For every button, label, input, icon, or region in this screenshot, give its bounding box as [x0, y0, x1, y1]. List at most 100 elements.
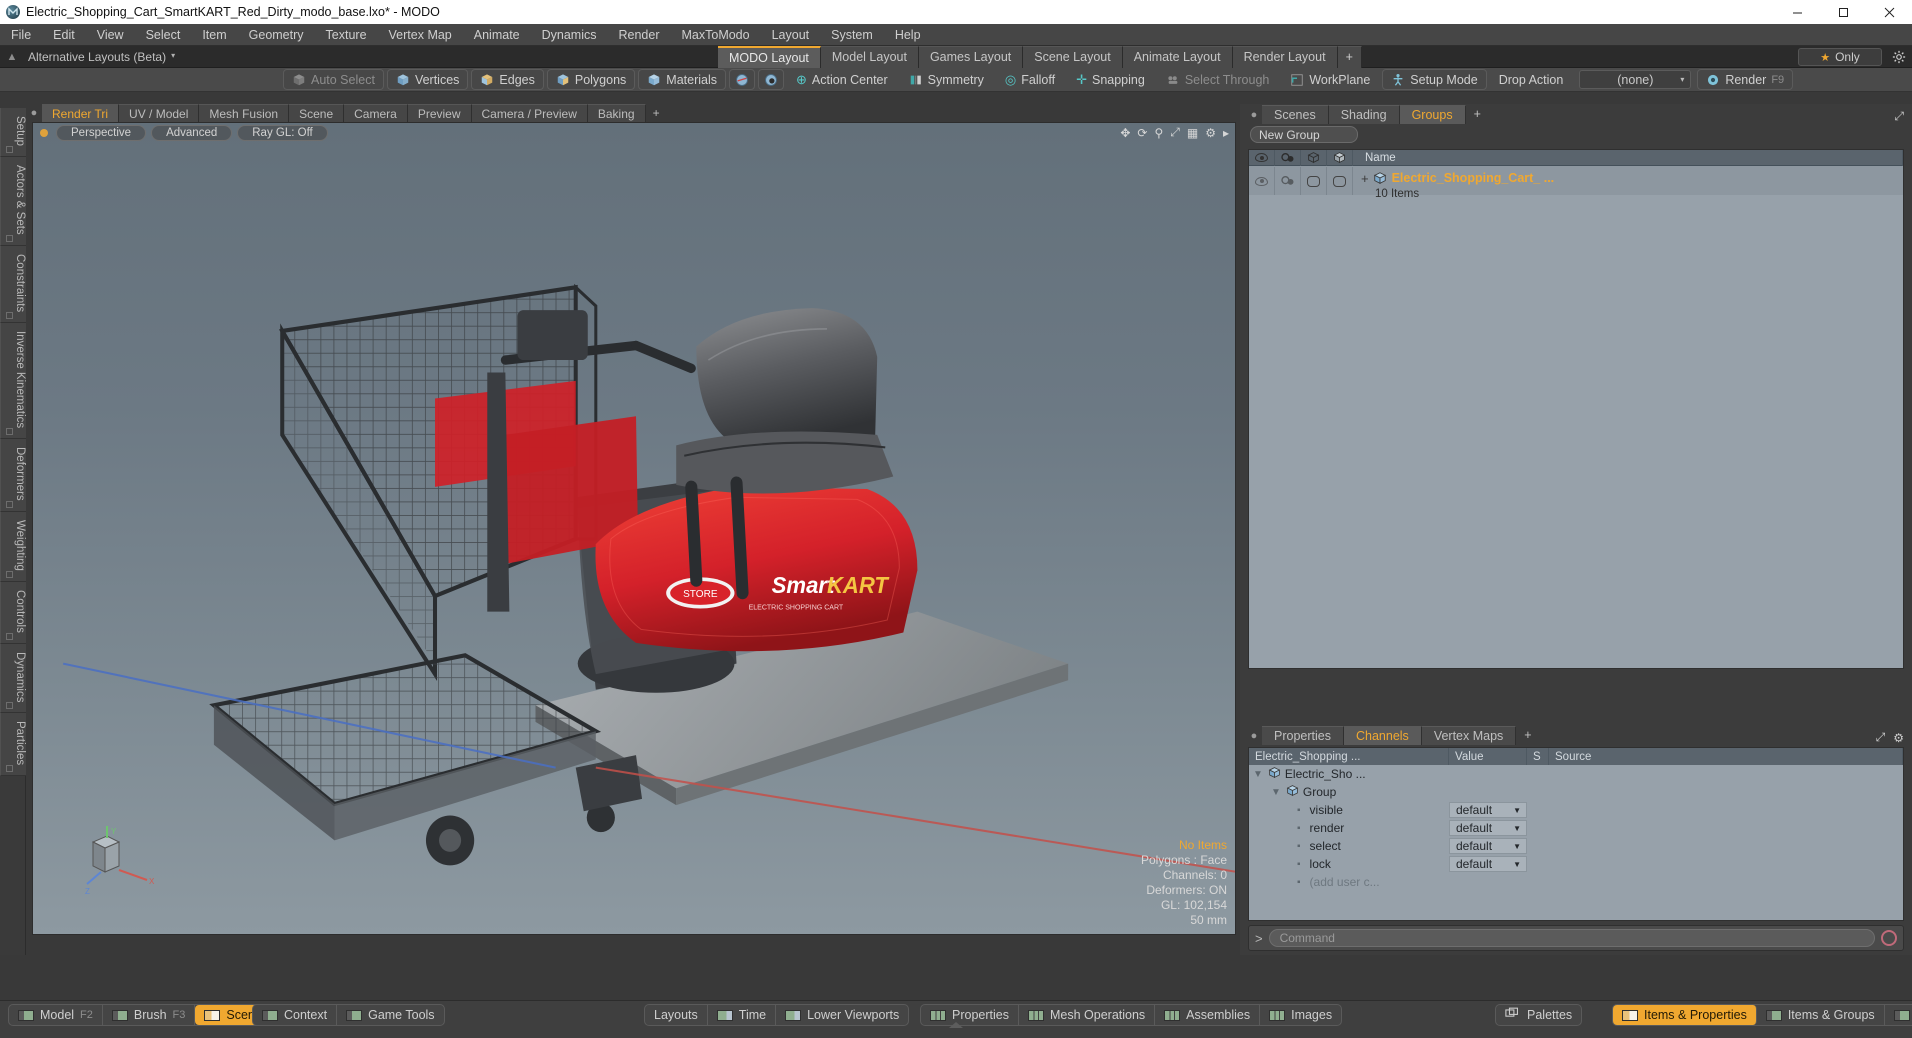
sidebar-item-dynamics[interactable]: Dynamics: [0, 643, 26, 713]
tab-model-layout[interactable]: Model Layout: [820, 46, 919, 68]
tab-groups[interactable]: Groups: [1399, 105, 1466, 124]
chevron-down-icon[interactable]: ▾: [171, 51, 175, 60]
alternative-layouts-label[interactable]: Alternative Layouts (Beta): [24, 50, 166, 64]
maximize-button[interactable]: [1820, 0, 1866, 24]
tab-uv-model[interactable]: UV / Model: [119, 104, 200, 122]
table-row[interactable]: ▪ (add user c...: [1249, 873, 1903, 891]
row-render-toggle[interactable]: [1275, 167, 1301, 195]
drop-action-select[interactable]: (none) ▾: [1579, 70, 1692, 89]
bottom-item-brush[interactable]: Brush F3: [103, 1005, 196, 1025]
minimize-button[interactable]: [1774, 0, 1820, 24]
channel-value-select[interactable]: default ▼: [1449, 820, 1527, 836]
tab-properties[interactable]: Properties: [1262, 726, 1344, 745]
sidebar-item-constraints[interactable]: Constraints: [0, 245, 26, 323]
sidebar-item-inverse-kinematics[interactable]: Inverse Kinematics: [0, 322, 26, 440]
row-name-cell[interactable]: + Electric_Shopping_Cart_ ... 10 Items: [1353, 167, 1903, 200]
menu-system[interactable]: System: [820, 24, 884, 46]
tab-render-tri[interactable]: Render Tri: [42, 104, 120, 122]
tab-modo-layout[interactable]: MODO Layout: [718, 46, 821, 68]
sidebar-item-deformers[interactable]: Deformers: [0, 439, 26, 512]
expand-icon[interactable]: ⤢: [1876, 730, 1886, 745]
bottom-item-palettes[interactable]: Palettes: [1496, 1005, 1581, 1025]
menu-texture[interactable]: Texture: [315, 24, 378, 46]
table-row[interactable]: ▼ Group: [1249, 783, 1903, 801]
bottom-bar-expand-caret-icon[interactable]: [949, 1022, 963, 1028]
bottom-item-time[interactable]: Time: [708, 1005, 777, 1025]
tab-camera-preview[interactable]: Camera / Preview: [471, 104, 588, 122]
menu-file[interactable]: File: [0, 24, 42, 46]
bottom-item-items-and-groups[interactable]: Items & Groups: [1757, 1005, 1885, 1025]
expand-icon[interactable]: ⤢: [1894, 109, 1904, 124]
tab-render-layout[interactable]: Render Layout: [1232, 46, 1338, 68]
tab-scenes[interactable]: Scenes: [1262, 105, 1329, 124]
sidebar-item-setup[interactable]: Setup: [0, 108, 26, 158]
render-button[interactable]: Render F9: [1697, 69, 1794, 90]
table-row[interactable]: ▼ Electric_Sho ...: [1249, 765, 1903, 783]
bottom-item-model[interactable]: Model F2: [9, 1005, 103, 1025]
table-row[interactable]: ▪ visible default ▼: [1249, 801, 1903, 819]
menu-dynamics[interactable]: Dynamics: [531, 24, 608, 46]
bottom-item-layouts[interactable]: Layouts: [645, 1005, 708, 1025]
tab-baking[interactable]: Baking: [587, 104, 646, 122]
bottom-item-properties[interactable]: Properties: [921, 1005, 1019, 1025]
collapse-up-icon[interactable]: ▲: [0, 51, 24, 63]
row-visibility-toggle[interactable]: [1249, 167, 1275, 195]
bottom-item-assemblies[interactable]: Assemblies: [1155, 1005, 1261, 1025]
tab-channels[interactable]: Channels: [1343, 726, 1422, 745]
menu-render[interactable]: Render: [608, 24, 671, 46]
table-row[interactable]: ▪ select default ▼: [1249, 837, 1903, 855]
tab-mesh-fusion[interactable]: Mesh Fusion: [199, 104, 290, 122]
add-viewport-tab-button[interactable]: +: [646, 104, 667, 122]
menu-help[interactable]: Help: [884, 24, 932, 46]
tab-animate-layout[interactable]: Animate Layout: [1122, 46, 1233, 68]
table-row[interactable]: ▪ render default ▼: [1249, 819, 1903, 837]
setup-mode-button[interactable]: Setup Mode: [1382, 69, 1487, 90]
snapping-button[interactable]: ✛ Snapping: [1067, 69, 1154, 90]
action-center-button[interactable]: ⊕ Action Center: [787, 69, 897, 90]
tree-caret-icon[interactable]: ▼: [1253, 769, 1266, 780]
row-shade-toggle[interactable]: [1327, 167, 1353, 195]
add-user-channel-label[interactable]: (add user c...: [1304, 875, 1380, 889]
bottom-item-game-tools[interactable]: Game Tools: [337, 1005, 443, 1025]
channel-value-select[interactable]: default ▼: [1449, 856, 1527, 872]
only-button[interactable]: ★ Only: [1798, 48, 1882, 66]
gear-icon[interactable]: ⚙: [1893, 731, 1904, 745]
3d-viewport[interactable]: Perspective Advanced Ray GL: Off ✥ ⟳ ⚲ ⤢…: [32, 122, 1236, 935]
menu-geometry[interactable]: Geometry: [238, 24, 315, 46]
tab-vertex-maps[interactable]: Vertex Maps: [1421, 726, 1517, 745]
symmetry-button[interactable]: Symmetry: [900, 69, 993, 90]
channel-value-select[interactable]: default ▼: [1449, 838, 1527, 854]
falloff-preset-1-button[interactable]: [729, 69, 756, 90]
tab-shading[interactable]: Shading: [1328, 105, 1400, 124]
add-channels-tab-button[interactable]: +: [1516, 726, 1539, 745]
sidebar-item-particles[interactable]: Particles: [0, 713, 26, 777]
sidebar-item-actors-and-sets[interactable]: Actors & Sets: [0, 157, 26, 246]
table-row[interactable]: ▪ lock default ▼: [1249, 855, 1903, 873]
menu-animate[interactable]: Animate: [463, 24, 531, 46]
channels-grid[interactable]: Electric_Shopping ... Value S Source ▼ E…: [1248, 747, 1904, 921]
channel-value-select[interactable]: default ▼: [1449, 802, 1527, 818]
workplane-button[interactable]: WorkPlane: [1281, 69, 1379, 90]
bottom-item-context[interactable]: Context: [253, 1005, 338, 1025]
materials-button[interactable]: Materials: [638, 69, 727, 90]
expand-plus-icon[interactable]: +: [1353, 171, 1373, 186]
bottom-item-items-and-shading[interactable]: Items & Shading: [1885, 1005, 1912, 1025]
menu-edit[interactable]: Edit: [42, 24, 86, 46]
tree-caret-icon[interactable]: ▼: [1271, 787, 1284, 798]
group-item[interactable]: + Electric_Shopping_Cart_ ...: [1353, 167, 1903, 188]
tab-camera[interactable]: Camera: [344, 104, 408, 122]
right-panel-menu-dot-icon[interactable]: ●: [1246, 106, 1262, 124]
menu-view[interactable]: View: [86, 24, 135, 46]
sidebar-item-controls[interactable]: Controls: [0, 581, 26, 644]
row-wire-toggle[interactable]: [1301, 167, 1327, 195]
gear-icon[interactable]: [1886, 47, 1912, 67]
groups-list-body[interactable]: + Electric_Shopping_Cart_ ... 10 Items: [1249, 167, 1903, 668]
tab-scene[interactable]: Scene: [289, 104, 345, 122]
menu-maxtomodo[interactable]: MaxToModo: [671, 24, 761, 46]
menu-vertex-map[interactable]: Vertex Map: [378, 24, 463, 46]
tab-preview[interactable]: Preview: [407, 104, 472, 122]
bottom-item-lower-viewports[interactable]: Lower Viewports: [776, 1005, 908, 1025]
add-layout-tab-button[interactable]: +: [1337, 46, 1362, 68]
bottom-item-mesh-operations[interactable]: Mesh Operations: [1019, 1005, 1156, 1025]
channels-menu-dot-icon[interactable]: ●: [1246, 727, 1262, 745]
